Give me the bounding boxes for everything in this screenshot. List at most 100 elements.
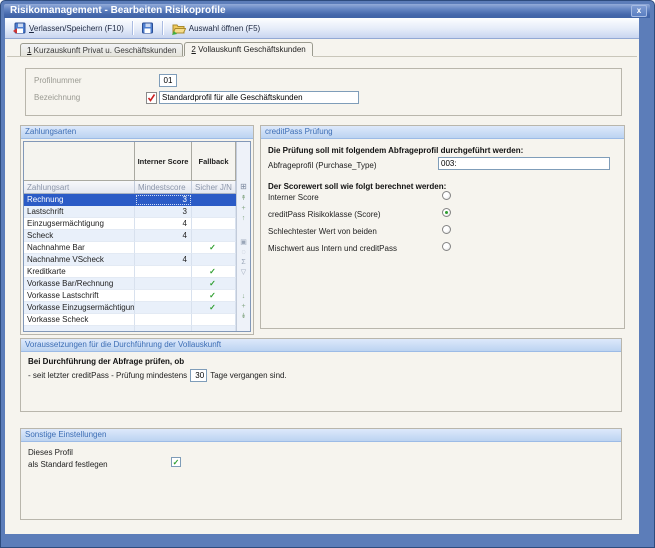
table-row[interactable]: Nachnahme VScheck4 xyxy=(24,254,236,266)
toolbar-separator xyxy=(132,21,133,35)
profile-name-input[interactable] xyxy=(159,91,359,104)
min-score-cell xyxy=(135,242,192,254)
profile-number-input[interactable] xyxy=(159,74,177,87)
min-score-cell: 4 xyxy=(135,230,192,242)
grid-nav-strip: ⊞ ↟+↑▣◌Σ▽↓+↡ xyxy=(236,142,250,331)
grid-group-header: Interner Score Fallback xyxy=(24,142,236,181)
conditions-section: Voraussetzungen für die Durchführung der… xyxy=(20,338,622,412)
payment-type-cell: Nachnahme Bar xyxy=(24,242,135,254)
grid-group-header-interner-score: Interner Score xyxy=(135,142,192,180)
tab-vollauskunft[interactable]: 2 Vollauskunft Geschäftskunden xyxy=(184,42,312,56)
tab-strip: 1 Kurzauskunft Privat u. Geschäftskunden… xyxy=(20,42,314,56)
insert-row-icon[interactable]: + xyxy=(241,204,245,214)
column-header-mindestscore[interactable]: Mindestscore xyxy=(135,181,192,193)
fallback-check-cell xyxy=(192,314,236,326)
save-exit-button[interactable]: Verlassen/Speichern (F10) xyxy=(8,20,129,37)
query-heading: Die Prüfung soll mit folgendem Abfragepr… xyxy=(268,146,523,155)
score-option-label: creditPass Risikoklasse (Score) xyxy=(268,210,380,219)
fallback-check-cell: ✓ xyxy=(192,266,236,278)
table-row[interactable]: Vorkasse Scheck xyxy=(24,314,236,326)
score-option-label: Mischwert aus Intern und creditPass xyxy=(268,244,397,253)
fallback-check-cell xyxy=(192,206,236,218)
default-profile-checkbox[interactable]: ✓ xyxy=(171,457,181,467)
table-row[interactable]: Vorkasse Bar/Rechnung✓ xyxy=(24,278,236,290)
min-score-cell xyxy=(135,326,192,332)
dialog-content: 1 Kurzauskunft Privat u. Geschäftskunden… xyxy=(5,39,639,534)
first-row-icon[interactable]: ↟ xyxy=(241,194,247,204)
payment-type-cell: Nachnahme VScheck xyxy=(24,254,135,266)
fallback-check-cell: ✓ xyxy=(192,242,236,254)
column-picker-icon[interactable]: ⊞ xyxy=(240,181,247,194)
table-row[interactable]: Vorkasse Lastschrift✓ xyxy=(24,290,236,302)
query-profile-label: Abfrageprofil (Purchase_Type) xyxy=(268,161,377,170)
min-score-cell xyxy=(135,278,192,290)
table-row[interactable]: Lastschrift3 xyxy=(24,206,236,218)
score-heading: Der Scorewert soll wie folgt berechnet w… xyxy=(268,182,446,191)
column-header-zahlungsart[interactable]: Zahlungsart xyxy=(24,181,135,193)
payment-type-cell: Vorkasse Lastschrift xyxy=(24,290,135,302)
toolbar-separator xyxy=(162,21,163,35)
filter-icon[interactable]: ▽ xyxy=(241,268,246,278)
table-row[interactable]: Nachnahme Bar ✓ xyxy=(24,242,236,254)
table-row[interactable]: Scheck4 xyxy=(24,230,236,242)
table-row[interactable]: Rechnung3 xyxy=(24,194,236,206)
open-selection-label: Auswahl öffnen (F5) xyxy=(189,24,260,33)
payment-type-cell: Einzugsermächtigung xyxy=(24,218,135,230)
check-icon[interactable] xyxy=(146,91,157,104)
min-score-cell xyxy=(135,314,192,326)
min-score-cell xyxy=(135,290,192,302)
table-row[interactable]: Vorkasse Einzugsermächtigung ✓ xyxy=(24,302,236,314)
misc-section-header: Sonstige Einstellungen xyxy=(21,429,621,442)
detail-view-icon[interactable]: ▣ xyxy=(240,238,247,248)
query-profile-input[interactable] xyxy=(438,157,610,170)
window-title: Risikomanagement - Bearbeiten Risikoprof… xyxy=(10,5,226,16)
profile-header-box: Profilnummer Bezeichnung xyxy=(25,68,622,116)
close-icon: x xyxy=(637,6,641,15)
open-selection-button[interactable]: Auswahl öffnen (F5) xyxy=(166,20,265,37)
payment-type-cell: Vorkasse Einzugsermächtigung xyxy=(24,302,135,314)
score-option-radio[interactable] xyxy=(442,208,451,217)
payment-section-header: Zahlungsarten xyxy=(21,126,253,139)
misc-section: Sonstige Einstellungen Dieses Profil als… xyxy=(20,428,622,520)
payment-type-cell: Vorkasse Bar/Rechnung xyxy=(24,278,135,290)
score-option-radio[interactable] xyxy=(442,242,451,251)
fallback-check-cell xyxy=(192,326,236,332)
fallback-check-cell: ✓ xyxy=(192,302,236,314)
creditpass-section-header: creditPass Prüfung xyxy=(261,126,624,139)
conditions-heading: Bei Durchführung der Abfrage prüfen, ob xyxy=(28,357,184,366)
close-button[interactable]: x xyxy=(631,5,647,17)
save-icon xyxy=(141,22,154,35)
risk-profile-window: Risikomanagement - Bearbeiten Risikoprof… xyxy=(0,0,655,548)
score-option-radio[interactable] xyxy=(442,225,451,234)
sum-icon[interactable]: Σ xyxy=(241,258,245,268)
payment-type-cell: Lastschrift xyxy=(24,206,135,218)
payment-types-section: Zahlungsarten Interner Score Fallback Za… xyxy=(20,125,254,335)
creditpass-section: creditPass Prüfung Die Prüfung soll mit … xyxy=(260,125,625,329)
conditions-suffix: Tage vergangen sind. xyxy=(210,371,287,380)
delete-row-icon[interactable]: + xyxy=(241,302,245,312)
payment-grid: Interner Score Fallback Zahlungsart Mind… xyxy=(23,141,251,332)
days-input[interactable] xyxy=(190,369,207,382)
fallback-check-cell xyxy=(192,230,236,242)
column-header-sicher[interactable]: Sicher J/N xyxy=(192,181,236,193)
table-row[interactable]: Einzugsermächtigung4 xyxy=(24,218,236,230)
table-row[interactable] xyxy=(24,326,236,332)
min-score-cell xyxy=(135,266,192,278)
tab-kurzauskunft[interactable]: 1 Kurzauskunft Privat u. Geschäftskunden xyxy=(20,43,183,56)
prev-row-icon[interactable]: ↑ xyxy=(242,214,246,224)
search-icon[interactable]: ◌ xyxy=(241,248,245,258)
score-option-radio[interactable] xyxy=(442,191,451,200)
folder-open-icon xyxy=(171,22,186,35)
last-row-icon[interactable]: ↡ xyxy=(241,312,247,322)
table-row[interactable]: Kreditkarte✓ xyxy=(24,266,236,278)
default-profile-label-line1: Dieses Profil xyxy=(28,448,73,457)
next-row-icon[interactable]: ↓ xyxy=(242,292,246,302)
payment-type-cell xyxy=(24,326,135,332)
toolbar: Verlassen/Speichern (F10) Auswahl xyxy=(5,18,639,39)
min-score-cell: 3 xyxy=(135,206,192,218)
conditions-section-header: Voraussetzungen für die Durchführung der… xyxy=(21,339,621,352)
save-button[interactable] xyxy=(136,20,159,37)
payment-type-cell: Scheck xyxy=(24,230,135,242)
save-exit-label: Verlassen/Speichern (F10) xyxy=(29,24,124,33)
grid-column-header: Zahlungsart Mindestscore Sicher J/N xyxy=(24,181,236,194)
